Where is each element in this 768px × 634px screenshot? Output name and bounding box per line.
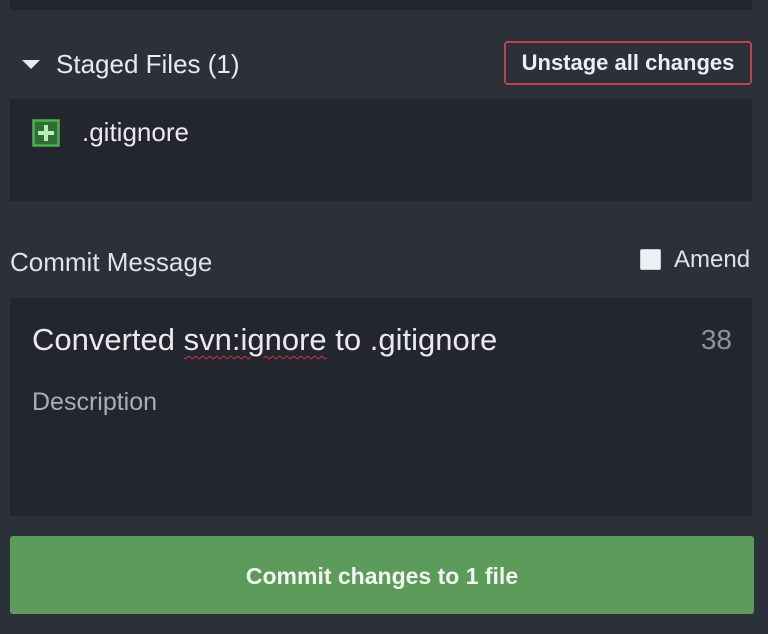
commit-message-label: Commit Message — [10, 247, 213, 277]
changed-files-panel-edge — [10, 0, 752, 10]
staged-files-title[interactable]: Staged Files (1) — [56, 49, 240, 80]
summary-misspelled-word: svn:ignore — [183, 322, 327, 357]
collapse-caret-icon[interactable] — [22, 60, 40, 69]
commit-summary-input[interactable]: Converted svn:ignore to .gitignore — [32, 322, 672, 362]
staged-file-row[interactable]: .gitignore — [10, 113, 752, 153]
amend-label: Amend — [674, 246, 751, 273]
summary-text-prefix: Converted — [32, 322, 184, 357]
commit-description-input[interactable]: Description — [32, 388, 732, 498]
staged-files-header: Staged Files (1) Unstage all changes — [0, 38, 768, 92]
staged-file-name: .gitignore — [82, 117, 189, 147]
staged-files-list: .gitignore — [10, 99, 752, 201]
amend-toggle[interactable]: Amend — [638, 246, 758, 276]
summary-char-count: 38 — [700, 324, 732, 355]
unstage-all-button[interactable]: Unstage all changes — [504, 41, 752, 85]
plus-square-icon — [32, 119, 60, 147]
summary-text-suffix: to .gitignore — [326, 322, 498, 357]
amend-checkbox[interactable] — [640, 249, 661, 270]
git-commit-panel: Staged Files (1) Unstage all changes .gi… — [0, 0, 768, 634]
commit-button[interactable]: Commit changes to 1 file — [10, 536, 754, 614]
commit-message-box: Converted svn:ignore to .gitignore 38 De… — [10, 298, 752, 516]
